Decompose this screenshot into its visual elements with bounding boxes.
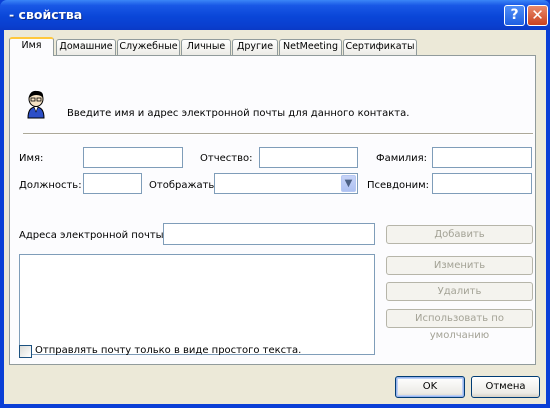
middle-name-label: Отчество: (200, 153, 253, 164)
first-name-label: Имя: (19, 153, 44, 164)
window-title: - свойства (9, 7, 83, 22)
tab-certificates[interactable]: Сертификаты (343, 39, 417, 55)
middle-name-field[interactable] (259, 147, 358, 168)
chevron-down-icon[interactable]: ▼ (341, 175, 356, 192)
help-icon[interactable]: ? (504, 5, 525, 26)
last-name-label: Фамилия: (376, 153, 428, 164)
tab-business[interactable]: Служебные (117, 39, 180, 55)
cancel-button[interactable]: Отмена (471, 376, 540, 398)
edit-button[interactable]: Изменить (386, 256, 533, 275)
nickname-label: Псевдоним: (367, 180, 430, 191)
tab-other[interactable]: Другие (232, 39, 278, 55)
add-button[interactable]: Добавить (386, 225, 533, 244)
display-combobox[interactable]: ▼ (214, 173, 358, 194)
display-label: Отображать: (149, 180, 218, 191)
tab-panel-name: Введите имя и адрес электронной почты дл… (9, 55, 536, 365)
set-default-button[interactable]: Использовать по умолчанию (386, 309, 533, 341)
tab-home[interactable]: Домашние (56, 39, 116, 55)
ok-button[interactable]: OK (395, 376, 465, 398)
properties-window: - свойства ? ✕ Имя Домашние Служебные Ли… (0, 0, 550, 408)
plain-text-checkbox[interactable] (19, 345, 32, 358)
job-title-label: Должность: (19, 180, 82, 191)
email-label: Адреса электронной почты: (19, 230, 167, 241)
first-name-field[interactable] (83, 147, 183, 168)
nickname-field[interactable] (432, 173, 532, 194)
email-list[interactable] (19, 254, 375, 355)
tab-name[interactable]: Имя (9, 37, 54, 56)
job-title-field[interactable] (83, 173, 142, 194)
title-bar[interactable]: - свойства ? ✕ (0, 0, 550, 30)
tab-personal[interactable]: Личные (181, 39, 231, 55)
contact-person-icon (27, 90, 45, 119)
close-icon[interactable]: ✕ (527, 5, 548, 26)
dialog-body: Имя Домашние Служебные Личные Другие Net… (4, 30, 546, 404)
remove-button[interactable]: Удалить (386, 282, 533, 301)
tab-netmeeting[interactable]: NetMeeting (279, 39, 342, 55)
header-instructions: Введите имя и адрес электронной почты дл… (67, 108, 410, 119)
email-field[interactable] (163, 223, 375, 245)
header-divider (23, 133, 533, 135)
last-name-field[interactable] (432, 147, 532, 168)
plain-text-checkbox-label[interactable]: Отправлять почту только в виде простого … (35, 345, 301, 356)
